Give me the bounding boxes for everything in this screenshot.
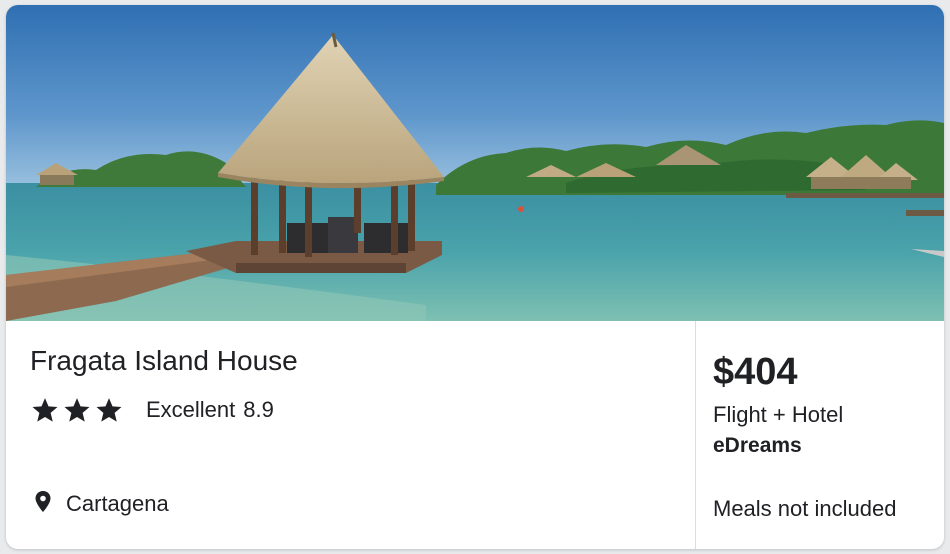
- location-row: Cartagena: [34, 491, 169, 517]
- offer-price: $404: [713, 351, 798, 393]
- star-icon: [96, 398, 122, 422]
- provider-name: eDreams: [713, 434, 802, 457]
- star-icon: [64, 398, 90, 422]
- rating-row: Excellent 8.9: [30, 393, 274, 427]
- hotel-star-rating: [30, 395, 124, 425]
- rating-score: 8.9: [243, 397, 274, 422]
- hotel-location: Cartagena: [66, 491, 169, 516]
- hotel-result-card[interactable]: Fragata Island House Excellent 8.9 Carta…: [6, 5, 944, 549]
- price-panel[interactable]: $404 Flight + Hotel eDreams Meals not in…: [696, 321, 944, 549]
- map-pin-icon: [35, 491, 51, 512]
- rating-label: Excellent: [146, 397, 236, 422]
- hotel-photo[interactable]: [6, 5, 944, 321]
- package-type: Flight + Hotel: [713, 402, 844, 427]
- meals-info: Meals not included: [713, 496, 897, 521]
- star-icon: [32, 398, 58, 422]
- hotel-name[interactable]: Fragata Island House: [30, 345, 298, 377]
- hotel-info-panel: Fragata Island House Excellent 8.9 Carta…: [6, 321, 695, 549]
